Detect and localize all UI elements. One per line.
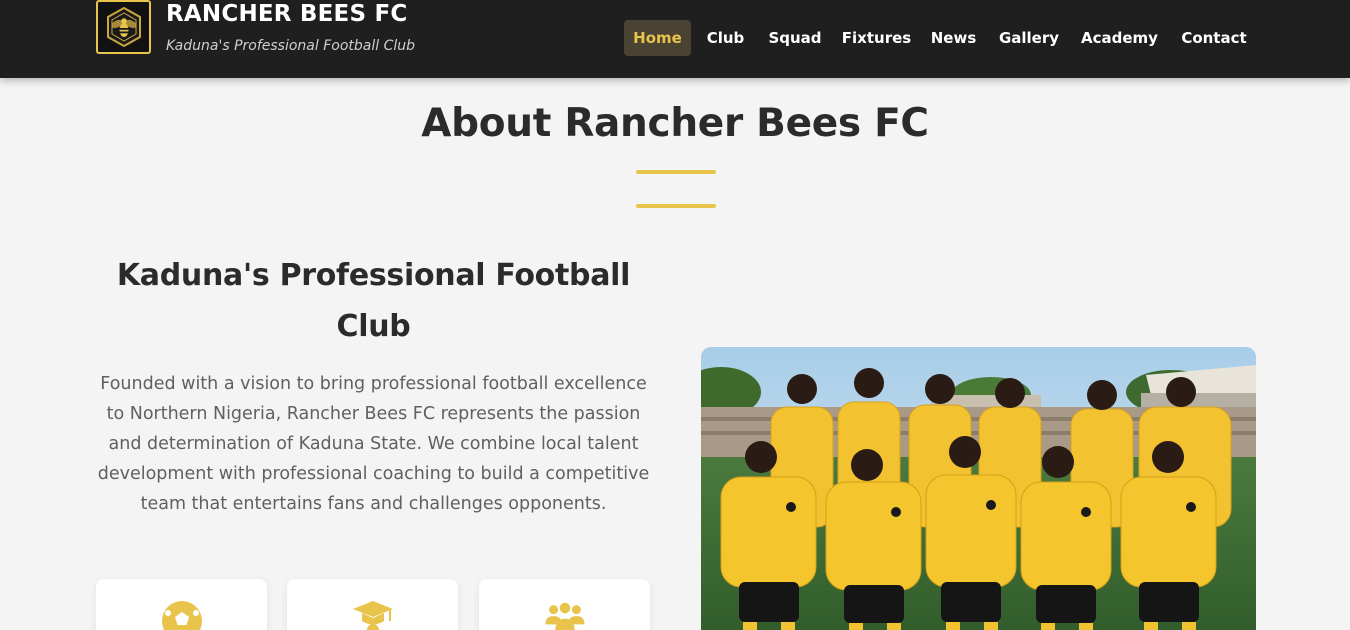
nav-home[interactable]: Home bbox=[624, 20, 691, 56]
nav-news[interactable]: News bbox=[925, 20, 982, 56]
title-divider-top bbox=[636, 170, 716, 174]
nav-club[interactable]: Club bbox=[700, 20, 751, 56]
nav-squad[interactable]: Squad bbox=[763, 20, 827, 56]
nav-contact[interactable]: Contact bbox=[1176, 20, 1252, 56]
club-logo[interactable] bbox=[96, 0, 151, 54]
team-photo-illustration bbox=[701, 347, 1256, 630]
feature-card-football[interactable] bbox=[96, 579, 267, 630]
nav-academy[interactable]: Academy bbox=[1077, 20, 1162, 56]
graduation-cap-icon bbox=[352, 601, 393, 630]
users-group-icon bbox=[544, 602, 585, 630]
about-title: About Rancher Bees FC bbox=[421, 101, 929, 146]
brand-title[interactable]: RANCHER BEES FC bbox=[166, 1, 407, 27]
about-description: Founded with a vision to bring professio… bbox=[97, 374, 650, 514]
feature-card-academy[interactable] bbox=[287, 579, 458, 630]
feature-card-community[interactable] bbox=[479, 579, 650, 630]
bee-crest-icon bbox=[106, 6, 141, 48]
brand-subtitle: Kaduna's Professional Football Club bbox=[166, 38, 415, 54]
football-icon bbox=[161, 601, 202, 630]
title-divider-bottom bbox=[636, 204, 716, 208]
top-navbar: RANCHER BEES FC Kaduna's Professional Fo… bbox=[0, 0, 1350, 78]
about-subtitle: Kaduna's Professional Football Club bbox=[116, 258, 631, 344]
nav-fixtures[interactable]: Fixtures bbox=[840, 20, 913, 56]
team-photo bbox=[701, 347, 1256, 630]
nav-gallery[interactable]: Gallery bbox=[995, 20, 1063, 56]
